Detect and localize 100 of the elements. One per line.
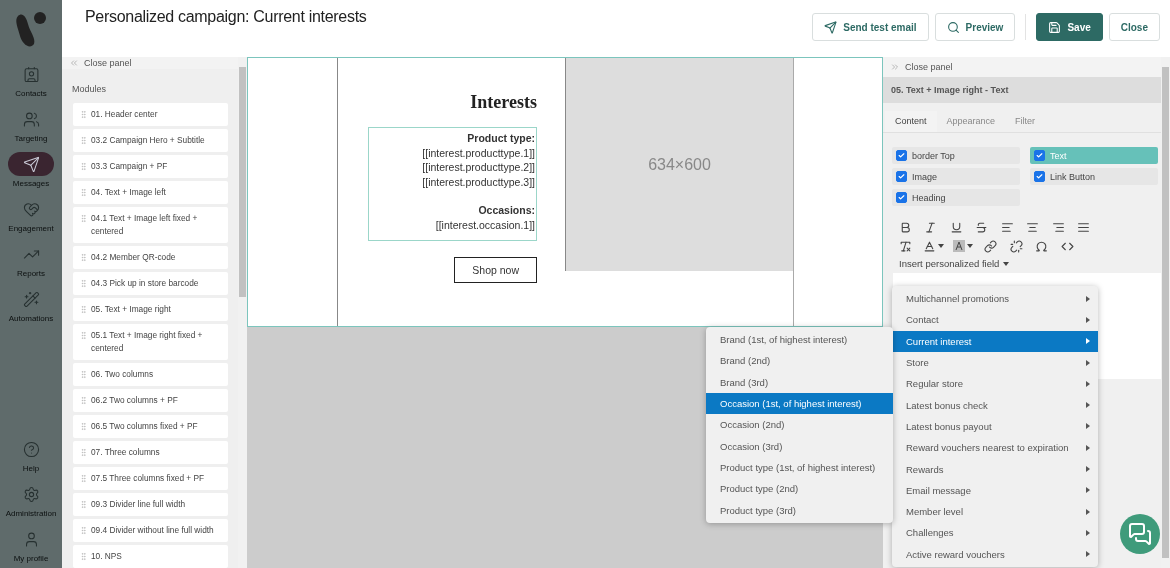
menu-item[interactable]: Occasion (1st, of highest interest) [706, 392, 893, 415]
drag-handle-icon [79, 474, 88, 483]
module-item[interactable]: 04.3 Pick up in store barcode [73, 272, 228, 295]
menu-item[interactable]: Challenges [892, 522, 1098, 544]
menu-item[interactable]: Rewards [892, 458, 1098, 480]
merge-field: [[interest.producttype.1]] [422, 145, 535, 160]
drag-handle-icon [79, 331, 88, 340]
drag-handle-icon [79, 253, 88, 262]
drag-handle-icon [79, 500, 88, 509]
link-icon[interactable] [982, 238, 999, 254]
menu-item[interactable]: Brand (2nd) [706, 350, 893, 372]
caret-icon [1086, 551, 1090, 558]
caret-icon [1086, 316, 1090, 323]
module-item[interactable]: 07. Three columns [73, 441, 228, 464]
module-item[interactable]: 05.1 Text + Image right fixed + centered [73, 324, 228, 360]
merge-field: [[interest.occasion.1]] [435, 217, 535, 232]
module-item[interactable]: 01. Header center [73, 103, 228, 126]
close-panel-link[interactable]: Close panel [62, 57, 238, 69]
module-item[interactable]: 10. NPS [73, 545, 228, 568]
drag-handle-icon [79, 188, 88, 197]
drag-handle-icon [79, 526, 88, 535]
checkbox[interactable] [896, 192, 907, 203]
menu-item[interactable]: Email message [892, 479, 1098, 501]
header-button[interactable]: Send test email [812, 13, 929, 41]
menu-item[interactable]: Brand (3rd) [706, 371, 893, 393]
insert-field-dropdown[interactable]: Insert personalized field [899, 258, 1161, 269]
checkbox[interactable] [896, 171, 907, 182]
menu-item[interactable]: Active reward vouchers [892, 543, 1098, 565]
nav-item[interactable]: My profile [0, 523, 62, 568]
module-item[interactable]: 07.5 Three columns fixed + PF [73, 467, 228, 490]
panel-title: 05. Text + Image right - Text [883, 77, 1161, 103]
section-title: Modules [71, 83, 108, 96]
caret-icon [1086, 338, 1090, 345]
menu-item[interactable]: Brand (1st, of highest interest) [706, 329, 893, 351]
menu-item[interactable]: Latest bonus payout [892, 415, 1098, 438]
module-item[interactable]: 03.3 Campaign + PF [73, 155, 228, 178]
module-item[interactable]: 03.2 Campaign Hero + Subtitle [73, 129, 228, 152]
chevrons-icon [69, 58, 79, 68]
menu-item[interactable]: Contact [892, 309, 1098, 331]
menu-item[interactable]: Regular store [892, 373, 1098, 395]
module-item[interactable]: 09.4 Divider without line full width [73, 519, 228, 542]
module-item[interactable]: 04.1 Text + Image left fixed + centered [73, 207, 228, 243]
drag-handle-icon [79, 110, 88, 119]
checkbox[interactable] [1034, 150, 1045, 161]
text-color-icon[interactable] [922, 238, 944, 254]
menu-item[interactable]: Member level [892, 500, 1098, 523]
drag-handle-icon [79, 422, 88, 431]
header-button[interactable]: Close [1108, 13, 1160, 41]
merge-field: [[interest.producttype.3]] [422, 174, 535, 189]
menu-item[interactable]: Product type (1st, of highest interest) [706, 456, 893, 479]
drag-handle-icon [79, 136, 88, 145]
element-toggle[interactable]: Heading [892, 189, 1020, 206]
module-item[interactable]: 05. Text + Image right [73, 298, 228, 321]
menu-item[interactable]: Reward vouchers nearest to expiration [892, 437, 1098, 459]
element-toggle[interactable]: Link Button [1030, 168, 1158, 185]
module-item[interactable]: 06.5 Two columns fixed + PF [73, 415, 228, 438]
paper-plane-icon [22, 155, 40, 173]
unlink-icon[interactable] [1008, 238, 1024, 254]
module-item[interactable]: 06.2 Two columns + PF [73, 389, 228, 412]
menu-item[interactable]: Occasion (2nd) [706, 414, 893, 436]
merge-field: [[interest.producttype.2]] [422, 160, 535, 175]
primary-button[interactable]: Save [1036, 13, 1103, 41]
caret-icon [1086, 380, 1090, 387]
menu-item[interactable]: Product type (3rd) [706, 499, 893, 521]
menu-item[interactable]: Latest bonus check [892, 394, 1098, 416]
people-icon [22, 110, 40, 128]
module-item[interactable]: 06. Two columns [73, 363, 228, 386]
header-button[interactable]: Preview [934, 13, 1016, 41]
drag-handle-icon [79, 214, 88, 223]
magic-wand-icon [22, 290, 40, 308]
save-icon [1048, 20, 1062, 34]
menu-item[interactable]: Multichannel promotions [892, 288, 1098, 310]
caret-icon [1086, 402, 1090, 409]
email-heading: Interests [470, 92, 537, 113]
settings-icon [22, 485, 40, 503]
element-toggle[interactable]: Image [892, 168, 1020, 185]
caret-icon [1086, 487, 1090, 494]
caret-icon [1086, 466, 1090, 472]
checkbox[interactable] [896, 150, 907, 161]
shop-button[interactable]: Shop now [454, 257, 537, 283]
module-item[interactable]: 04. Text + Image left [73, 181, 228, 204]
menu-item[interactable]: Product type (2nd) [706, 478, 893, 500]
checkbox[interactable] [1034, 171, 1045, 182]
text-label: Product type: [467, 131, 535, 146]
background-color-icon[interactable] [953, 238, 973, 254]
module-item[interactable]: 09.3 Divider line full width [73, 493, 228, 516]
caret-icon [1086, 444, 1090, 451]
caret-icon [937, 244, 944, 248]
drag-handle-icon [79, 162, 88, 171]
caret-icon [1086, 359, 1090, 366]
menu-item[interactable]: Occasion (3rd) [706, 435, 893, 457]
menu-item[interactable]: Current interest [892, 330, 1098, 352]
caret-icon [1003, 261, 1010, 266]
element-toggle[interactable]: border Top [892, 147, 1020, 164]
paper-plane-icon [824, 20, 838, 34]
image-size-label: 634×600 [648, 155, 711, 174]
id-card-icon [22, 65, 40, 83]
module-item[interactable]: 04.2 Member QR-code [73, 246, 228, 269]
menu-item[interactable]: Store [892, 351, 1098, 374]
chevrons-icon [890, 62, 900, 72]
